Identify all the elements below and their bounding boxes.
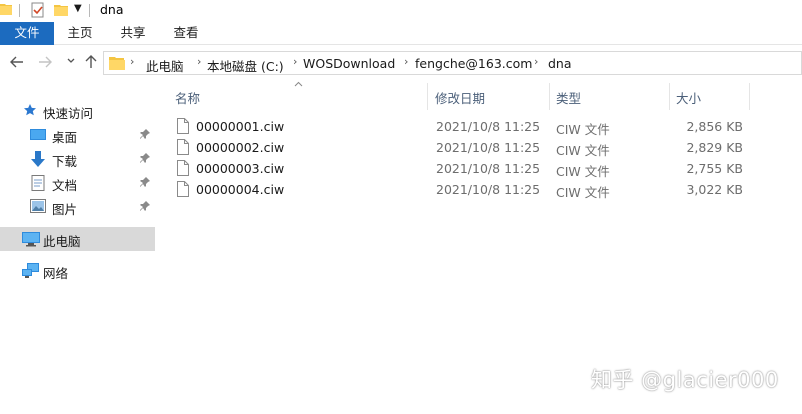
document-icon (31, 175, 47, 191)
folder-icon (0, 2, 12, 19)
breadcrumb-account-folder[interactable]: fengche@163.com (415, 56, 532, 71)
back-button[interactable] (9, 55, 25, 71)
new-folder-icon[interactable] (54, 2, 69, 20)
file-icon (177, 181, 189, 200)
breadcrumb-separator-icon[interactable]: › (534, 55, 538, 68)
recent-locations-button[interactable] (63, 55, 79, 71)
ribbon-tabs: 文件 主页 共享 查看 (0, 22, 802, 45)
picture-icon (30, 199, 46, 215)
tab-view[interactable]: 查看 (166, 22, 206, 45)
breadcrumb-local-disk[interactable]: 本地磁盘 (C:) (207, 56, 284, 75)
window-title: dna (100, 2, 124, 17)
sidebar-item-label: 下载 (52, 154, 78, 169)
breadcrumb-this-pc[interactable]: 此电脑 (146, 56, 184, 75)
sidebar-item-documents[interactable]: 文档 (0, 171, 155, 195)
file-date: 2021/10/8 11:25 (436, 161, 541, 176)
breadcrumb-separator-icon[interactable]: › (130, 55, 134, 68)
column-divider[interactable] (669, 83, 670, 110)
network-icon (22, 263, 39, 279)
forward-button[interactable] (37, 55, 53, 71)
address-bar[interactable]: › 此电脑 › 本地磁盘 (C:) › WOSDownload › fengch… (103, 51, 802, 75)
column-divider[interactable] (749, 83, 750, 110)
sidebar-item-label: 网络 (43, 266, 69, 281)
sidebar-item-network[interactable]: 网络 (0, 259, 155, 283)
sidebar-item-label: 快速访问 (43, 106, 94, 121)
pin-icon[interactable] (139, 200, 151, 212)
sidebar-item-this-pc[interactable]: 此电脑 (0, 227, 155, 251)
file-row[interactable]: 00000002.ciw 2021/10/8 11:25 CIW 文件 2,82… (171, 137, 761, 158)
file-icon (177, 118, 189, 137)
up-button[interactable] (83, 55, 99, 71)
column-header-name[interactable]: 名称 (175, 88, 200, 107)
chevron-down-icon (67, 58, 75, 63)
column-header-date[interactable]: 修改日期 (435, 88, 485, 107)
navigation-bar: › 此电脑 › 本地磁盘 (C:) › WOSDownload › fengch… (0, 45, 802, 83)
file-type: CIW 文件 (556, 143, 610, 158)
customize-toolbar-icon[interactable]: ▼ (74, 3, 82, 14)
column-divider[interactable] (427, 83, 428, 110)
pin-icon[interactable] (139, 176, 151, 188)
file-size: 2,755 KB (686, 161, 743, 176)
sort-ascending-icon (294, 79, 303, 90)
column-header-type[interactable]: 类型 (556, 88, 581, 107)
file-row[interactable]: 00000003.ciw 2021/10/8 11:25 CIW 文件 2,75… (171, 158, 761, 179)
breadcrumb-separator-icon[interactable]: › (404, 55, 408, 68)
pin-icon[interactable] (139, 128, 151, 140)
star-icon (23, 103, 39, 119)
download-arrow-icon (30, 151, 46, 167)
file-row[interactable]: 00000004.ciw 2021/10/8 11:25 CIW 文件 3,02… (171, 179, 761, 200)
column-header-size[interactable]: 大小 (676, 88, 701, 107)
file-size: 3,022 KB (686, 182, 743, 197)
file-name: 00000001.ciw (196, 119, 285, 134)
pin-icon[interactable] (139, 152, 151, 164)
file-row[interactable]: 00000001.ciw 2021/10/8 11:25 CIW 文件 2,85… (171, 116, 761, 137)
sidebar-item-desktop[interactable]: 桌面 (0, 123, 155, 147)
folder-icon (109, 55, 125, 74)
sidebar-item-downloads[interactable]: 下载 (0, 147, 155, 171)
file-name: 00000002.ciw (196, 140, 285, 155)
sidebar-item-label: 文档 (52, 178, 78, 193)
file-icon (177, 139, 189, 158)
file-size: 2,829 KB (686, 140, 743, 155)
title-bar: ▼ dna (0, 0, 802, 22)
file-type: CIW 文件 (556, 164, 610, 179)
toolbar-divider (89, 4, 90, 17)
sidebar-item-label: 桌面 (52, 130, 78, 145)
file-type: CIW 文件 (556, 122, 610, 137)
breadcrumb-separator-icon[interactable]: › (197, 55, 201, 68)
file-name: 00000004.ciw (196, 182, 285, 197)
arrow-up-icon (85, 55, 97, 68)
file-type: CIW 文件 (556, 185, 610, 200)
desktop-icon (30, 127, 46, 143)
sidebar-item-pictures[interactable]: 图片 (0, 195, 155, 219)
sidebar-item-label: 图片 (52, 202, 78, 217)
file-date: 2021/10/8 11:25 (436, 182, 541, 197)
tab-share[interactable]: 共享 (113, 22, 153, 45)
file-name: 00000003.ciw (196, 161, 285, 176)
navigation-pane: 快速访问 桌面 下载 文档 图片 此电脑 网络 (0, 83, 157, 414)
breadcrumb-separator-icon[interactable]: › (293, 55, 297, 68)
sidebar-item-quick-access[interactable]: 快速访问 (0, 99, 155, 123)
toolbar-divider (19, 4, 20, 17)
breadcrumb-wosdownload[interactable]: WOSDownload (303, 56, 395, 71)
sidebar-item-label: 此电脑 (43, 234, 81, 249)
arrow-left-icon (10, 56, 23, 68)
tab-file[interactable]: 文件 (0, 22, 54, 45)
tab-home[interactable]: 主页 (60, 22, 100, 45)
computer-icon (22, 231, 40, 247)
file-date: 2021/10/8 11:25 (436, 140, 541, 155)
watermark: 知乎 @glacier000 (591, 368, 779, 392)
column-divider[interactable] (549, 83, 550, 110)
properties-icon[interactable] (30, 2, 46, 21)
breadcrumb-dna[interactable]: dna (548, 56, 572, 71)
file-icon (177, 160, 189, 179)
file-size: 2,856 KB (686, 119, 743, 134)
arrow-right-icon (39, 56, 52, 68)
file-date: 2021/10/8 11:25 (436, 119, 541, 134)
